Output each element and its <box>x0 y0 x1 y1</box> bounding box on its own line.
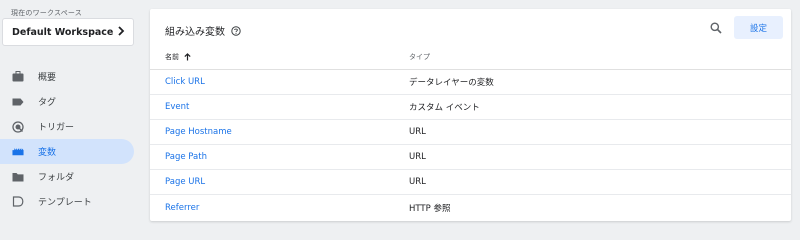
sidebar: 現在のワークスペース Default Workspace 概要 タグ トリガー <box>0 0 140 231</box>
sidebar-item-templates[interactable]: テンプレート <box>0 189 140 214</box>
sidebar-item-label: フォルダ <box>38 173 75 183</box>
column-header-type: タイプ <box>409 53 430 61</box>
trigger-icon <box>12 120 24 133</box>
variable-type: URL <box>409 127 426 137</box>
chevron-right-icon <box>117 26 125 38</box>
briefcase-icon <box>12 71 24 83</box>
table-row: Referrer HTTP 参照 <box>150 195 791 220</box>
folder-icon <box>12 171 24 183</box>
variable-name-link[interactable]: Event <box>150 102 394 112</box>
variable-name-link[interactable]: Page URL <box>150 177 394 187</box>
workspace-name: Default Workspace <box>12 26 114 38</box>
table-row: Click URL データレイヤーの変数 <box>150 70 791 95</box>
variable-type: URL <box>409 152 426 162</box>
arrow-up-icon <box>184 53 191 61</box>
help-icon[interactable] <box>231 25 241 36</box>
variable-name-link[interactable]: Referrer <box>150 203 394 213</box>
search-icon <box>710 19 722 38</box>
variable-type: カスタム イベント <box>409 103 480 113</box>
sidebar-item-overview[interactable]: 概要 <box>0 64 140 89</box>
sidebar-item-label: トリガー <box>38 123 75 133</box>
page-title-text: 組み込み変数 <box>165 27 225 38</box>
table-row: Page Hostname URL <box>150 120 791 145</box>
sidebar-item-triggers[interactable]: トリガー <box>0 114 140 139</box>
workspace-caption: 現在のワークスペース <box>11 9 82 17</box>
tag-icon <box>12 96 24 108</box>
variable-name-link[interactable]: Page Hostname <box>150 127 394 137</box>
sidebar-item-variables[interactable]: 変数 <box>0 139 134 164</box>
variable-name-link[interactable]: Page Path <box>150 152 394 162</box>
table-header: 名前 タイプ <box>150 45 791 70</box>
sidebar-item-folders[interactable]: フォルダ <box>0 164 140 189</box>
workspace-selector[interactable]: Default Workspace <box>2 18 134 46</box>
sidebar-item-label: 変数 <box>38 148 57 158</box>
table-row: Event カスタム イベント <box>150 95 791 120</box>
sidebar-nav: 概要 タグ トリガー 変数 フォルダ テンプレート <box>0 64 140 214</box>
variables-card: 組み込み変数 設定 名前 タイプ Click URL データレイヤーの変数 Ev… <box>150 9 791 221</box>
column-header-name[interactable]: 名前 <box>150 52 394 62</box>
settings-button[interactable]: 設定 <box>734 16 783 39</box>
variable-name-link[interactable]: Click URL <box>150 77 394 87</box>
sidebar-item-tags[interactable]: タグ <box>0 89 140 114</box>
variable-type: URL <box>409 177 426 187</box>
variable-type: HTTP 参照 <box>409 203 451 214</box>
template-icon <box>12 196 24 208</box>
page-title: 組み込み変数 <box>165 23 241 38</box>
sidebar-item-label: 概要 <box>38 73 57 83</box>
table-row: Page Path URL <box>150 145 791 170</box>
column-header-name-label: 名前 <box>165 53 179 61</box>
variable-type: データレイヤーの変数 <box>409 78 494 88</box>
variables-table: 名前 タイプ Click URL データレイヤーの変数 Event カスタム イ… <box>150 45 791 220</box>
search-button[interactable] <box>708 20 724 36</box>
sidebar-item-label: テンプレート <box>38 198 92 208</box>
sidebar-item-label: タグ <box>38 98 57 108</box>
table-row: Page URL URL <box>150 170 791 195</box>
variables-icon <box>12 146 24 158</box>
